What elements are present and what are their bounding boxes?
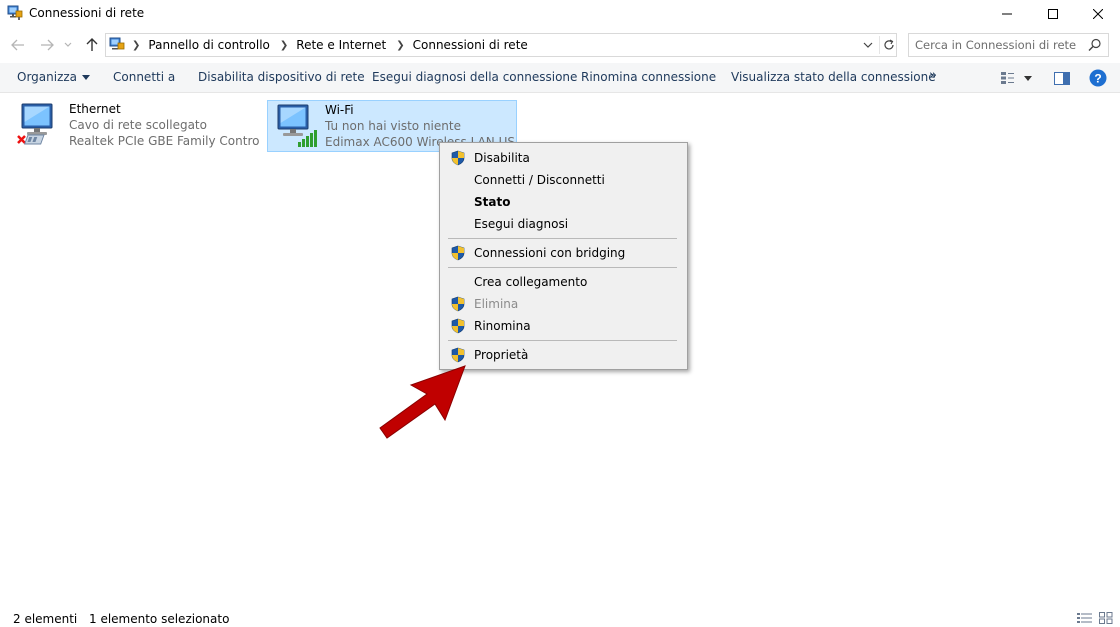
item-count: 2 elementi bbox=[13, 612, 78, 626]
change-view-button[interactable] bbox=[999, 70, 1017, 86]
preview-pane-icon bbox=[1054, 71, 1070, 85]
menu-item-label: Stato bbox=[474, 195, 511, 209]
menu-item-proprieta[interactable]: Proprietà bbox=[442, 344, 685, 366]
red-arrow-icon bbox=[379, 365, 466, 439]
connection-name: Ethernet bbox=[69, 102, 121, 116]
menu-item-label: Connetti / Disconnetti bbox=[474, 173, 605, 187]
search-input[interactable] bbox=[915, 37, 1085, 53]
menu-item-label: Rinomina bbox=[474, 319, 531, 333]
menu-item-rinomina[interactable]: Rinomina bbox=[442, 315, 685, 337]
uac-shield-icon bbox=[450, 296, 466, 312]
menu-item-label: Elimina bbox=[474, 297, 519, 311]
close-icon bbox=[1093, 9, 1103, 19]
connection-item-ethernet[interactable]: Ethernet Cavo di rete scollegato Realtek… bbox=[12, 100, 260, 152]
network-adapter-disconnected-icon bbox=[16, 102, 64, 150]
menu-item-crea-collegamento[interactable]: Crea collegamento bbox=[442, 271, 685, 293]
address-bar[interactable]: ❯ Pannello di controllo ❯ Rete e Interne… bbox=[105, 33, 897, 57]
title-bar: Connessioni di rete bbox=[0, 0, 1120, 28]
selection-count: 1 elemento selezionato bbox=[89, 612, 230, 626]
uac-shield-icon bbox=[450, 150, 466, 166]
wifi-adapter-icon bbox=[272, 103, 320, 151]
breadcrumb-item[interactable]: Connessioni di rete bbox=[413, 38, 528, 52]
address-history-button[interactable] bbox=[859, 37, 877, 53]
connect-to-button[interactable]: Connetti a bbox=[113, 70, 175, 84]
up-arrow-icon bbox=[86, 38, 98, 51]
connection-device: Realtek PCIe GBE Family Controller bbox=[69, 134, 259, 148]
refresh-button[interactable] bbox=[879, 36, 897, 54]
details-view-button[interactable] bbox=[1077, 611, 1093, 625]
maximize-button[interactable] bbox=[1030, 0, 1076, 28]
up-button[interactable] bbox=[83, 36, 101, 54]
details-view-icon bbox=[1077, 613, 1092, 623]
menu-item-connetti-disconnetti[interactable]: Connetti / Disconnetti bbox=[442, 169, 685, 191]
window-title: Connessioni di rete bbox=[29, 6, 145, 20]
chevron-down-icon bbox=[863, 42, 873, 48]
view-dropdown-button[interactable] bbox=[1021, 70, 1035, 86]
disable-device-button[interactable]: Disabilita dispositivo di rete bbox=[198, 70, 365, 84]
breadcrumb-chevron-icon[interactable]: ❯ bbox=[132, 40, 140, 51]
rename-connection-button[interactable]: Rinomina connessione bbox=[581, 70, 716, 84]
menu-item-label: Disabilita bbox=[474, 151, 530, 165]
menu-item-label: Esegui diagnosi bbox=[474, 217, 569, 231]
more-commands-button[interactable]: » bbox=[929, 68, 937, 83]
menu-item-connessioni-bridging[interactable]: Connessioni con bridging bbox=[442, 242, 685, 264]
back-button[interactable] bbox=[9, 36, 27, 54]
network-connections-icon bbox=[109, 37, 125, 53]
command-bar: Organizza Connetti a Disabilita disposit… bbox=[0, 63, 1120, 93]
caret-down-icon bbox=[1024, 75, 1032, 81]
status-bar: 2 elementi 1 elemento selezionato bbox=[0, 609, 1120, 627]
recent-locations-button[interactable] bbox=[62, 36, 74, 54]
back-arrow-icon bbox=[11, 39, 24, 51]
organize-label: Organizza bbox=[17, 70, 78, 84]
menu-separator bbox=[448, 267, 677, 268]
network-connections-icon bbox=[7, 5, 23, 21]
menu-item-esegui-diagnosi[interactable]: Esegui diagnosi bbox=[442, 213, 685, 235]
connection-status: Tu non hai visto niente bbox=[325, 119, 461, 133]
menu-separator bbox=[448, 238, 677, 239]
help-icon: ? bbox=[1089, 69, 1107, 87]
menu-item-elimina: Elimina bbox=[442, 293, 685, 315]
breadcrumb-chevron-icon[interactable]: ❯ bbox=[396, 40, 404, 51]
breadcrumb-chevron-icon[interactable]: ❯ bbox=[280, 40, 288, 51]
forward-button[interactable] bbox=[38, 36, 56, 54]
preview-pane-button[interactable] bbox=[1053, 70, 1071, 86]
uac-shield-icon bbox=[450, 318, 466, 334]
breadcrumb-item[interactable]: Rete e Internet bbox=[296, 38, 386, 52]
menu-item-stato[interactable]: Stato bbox=[442, 191, 685, 213]
connection-name: Wi-Fi bbox=[325, 103, 354, 117]
help-button[interactable]: ? bbox=[1089, 69, 1107, 87]
search-icon[interactable] bbox=[1088, 38, 1102, 52]
menu-item-label: Proprietà bbox=[474, 348, 529, 362]
menu-item-label: Connessioni con bridging bbox=[474, 246, 626, 260]
view-status-button[interactable]: Visualizza stato della connessione bbox=[731, 70, 936, 84]
large-icons-view-icon bbox=[1099, 612, 1113, 624]
close-button[interactable] bbox=[1075, 0, 1120, 28]
minimize-icon bbox=[1002, 13, 1012, 15]
chevron-down-icon bbox=[64, 42, 72, 47]
minimize-button[interactable] bbox=[984, 0, 1030, 28]
uac-shield-icon bbox=[450, 347, 466, 363]
forward-arrow-icon bbox=[41, 39, 54, 51]
svg-text:?: ? bbox=[1094, 72, 1101, 86]
context-menu: Disabilita Connetti / Disconnetti Stato … bbox=[439, 142, 688, 370]
diagnose-connection-button[interactable]: Esegui diagnosi della connessione bbox=[372, 70, 577, 84]
maximize-icon bbox=[1048, 9, 1058, 19]
connection-status: Cavo di rete scollegato bbox=[69, 118, 207, 132]
large-icons-view-button[interactable] bbox=[1098, 611, 1114, 625]
menu-separator bbox=[448, 340, 677, 341]
organize-menu-button[interactable]: Organizza bbox=[17, 70, 91, 84]
menu-item-disabilita[interactable]: Disabilita bbox=[442, 147, 685, 169]
breadcrumb-item[interactable]: Pannello di controllo bbox=[148, 38, 270, 52]
caret-down-icon bbox=[82, 75, 91, 80]
menu-item-label: Crea collegamento bbox=[474, 275, 588, 289]
search-box[interactable] bbox=[908, 33, 1109, 57]
uac-shield-icon bbox=[450, 245, 466, 261]
refresh-icon bbox=[883, 39, 894, 50]
navigation-bar: ❯ Pannello di controllo ❯ Rete e Interne… bbox=[0, 30, 1120, 60]
breadcrumb: ❯ Pannello di controllo ❯ Rete e Interne… bbox=[132, 38, 538, 52]
view-options-icon bbox=[1001, 72, 1014, 84]
